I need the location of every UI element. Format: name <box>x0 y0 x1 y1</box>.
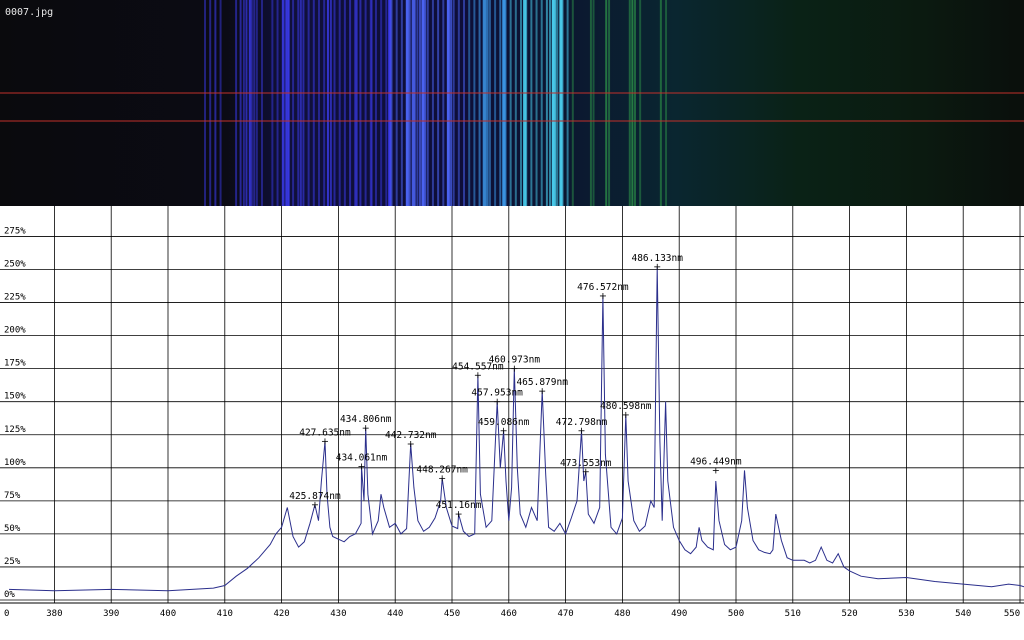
x-tick-label: 540 <box>955 609 971 619</box>
y-tick-label: 0% <box>4 590 15 600</box>
intensity-chart: 0% 25% 50% 75% 100% 125% 150% 175% 200% 225% 250% 2… <box>0 206 1024 619</box>
peak-label: 434.061nm <box>336 452 388 463</box>
x-tick-label: 480 <box>614 609 630 619</box>
peak-label: 472.798nm <box>556 417 608 428</box>
x-tick-label: 490 <box>671 609 687 619</box>
peak-label: 427.635nm <box>299 427 351 438</box>
y-tick-label: 225% <box>4 293 26 303</box>
peak-label: 486.133nm <box>631 253 683 264</box>
x-tick-label: 440 <box>387 609 403 619</box>
x-tick-label: 380 <box>46 609 62 619</box>
x-tick-label: 510 <box>785 609 801 619</box>
x-axis-ticks: 0 380 390 400 410 420 430 440 450 460 470 480 490 500… <box>4 609 1020 619</box>
y-tick-label: 100% <box>4 458 26 468</box>
peak-label: 480.598nm <box>600 401 652 412</box>
x-tick-label: 520 <box>841 609 857 619</box>
spectrum-analyzer-view: 0007.jpg 0% 25% 50% 75% 100% 125% 150% 175% 200%… <box>0 0 1024 640</box>
x-tick-label: 460 <box>501 609 517 619</box>
x-tick-label: 500 <box>728 609 744 619</box>
y-tick-label: 25% <box>4 557 21 567</box>
x-tick-label: 550 <box>1004 609 1020 619</box>
peak-label: 448.267nm <box>416 464 468 475</box>
peak-label: 442.732nm <box>385 430 437 441</box>
peak-label: 457.953nm <box>471 388 523 399</box>
peak-label: 451.16nm <box>436 500 482 511</box>
y-tick-label: 250% <box>4 260 26 270</box>
x-tick-label: 530 <box>898 609 914 619</box>
plot-area <box>0 206 1024 603</box>
x-tick-label: 0 <box>4 609 9 619</box>
peak-label: 476.572nm <box>577 282 629 293</box>
peak-label: 425.874nm <box>289 491 341 502</box>
x-tick-label: 400 <box>160 609 176 619</box>
x-tick-label: 420 <box>273 609 289 619</box>
x-tick-label: 470 <box>557 609 573 619</box>
y-tick-label: 175% <box>4 359 26 369</box>
x-tick-label: 430 <box>330 609 346 619</box>
chart-grid <box>0 206 1024 604</box>
peak-label: 473.553nm <box>560 458 612 469</box>
x-tick-label: 410 <box>217 609 233 619</box>
peak-label: 434.806nm <box>340 414 392 425</box>
y-tick-label: 75% <box>4 491 21 501</box>
peak-label: 465.879nm <box>516 377 568 388</box>
peak-label: 460.973nm <box>489 355 541 366</box>
x-tick-label: 450 <box>444 609 460 619</box>
y-tick-label: 200% <box>4 326 26 336</box>
y-tick-label: 125% <box>4 425 26 435</box>
y-tick-label: 50% <box>4 524 21 534</box>
peak-label: 459.086nm <box>478 417 530 428</box>
y-tick-label: 275% <box>4 226 26 236</box>
x-tick-label: 390 <box>103 609 119 619</box>
peak-label: 496.449nm <box>690 456 742 467</box>
y-tick-label: 150% <box>4 392 26 402</box>
